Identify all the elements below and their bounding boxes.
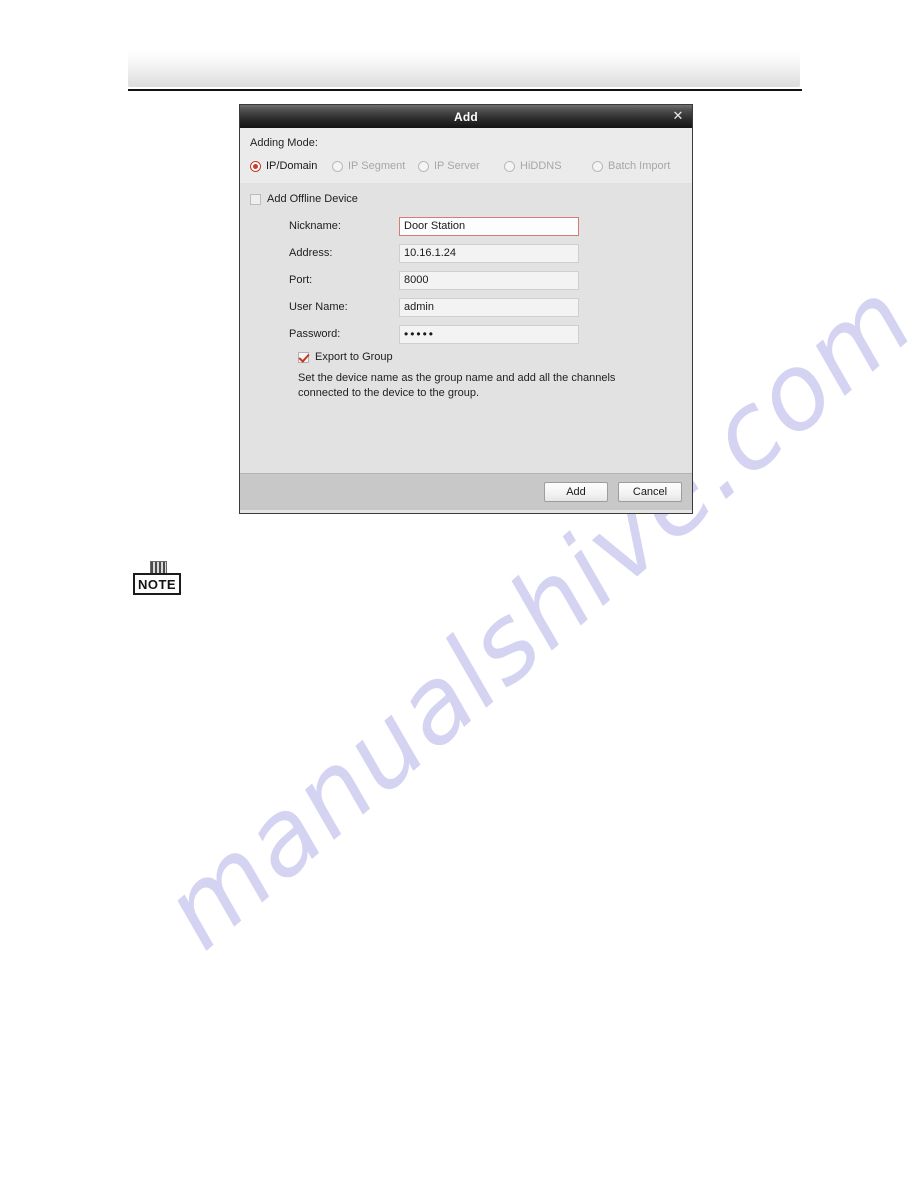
radio-ip-domain[interactable]: IP/Domain: [250, 160, 332, 172]
close-icon[interactable]: ✕: [671, 109, 685, 123]
password-label: Password:: [289, 328, 341, 340]
radio-hiddns[interactable]: HiDDNS: [504, 160, 592, 172]
add-offline-device-checkbox-row[interactable]: Add Offline Device: [240, 193, 692, 205]
export-to-group-checkbox-row[interactable]: Export to Group: [240, 351, 692, 363]
field-row-nickname: Nickname:: [240, 216, 692, 236]
radio-dot-icon: [250, 160, 261, 172]
note-label: NOTE: [137, 576, 177, 592]
field-row-port: Port:: [240, 270, 692, 290]
password-input[interactable]: [399, 324, 579, 344]
radio-label: IP Segment: [348, 160, 406, 172]
field-row-username: User Name:: [240, 297, 692, 317]
note-badge: NOTE: [133, 573, 181, 595]
adding-mode-label: Adding Mode:: [250, 137, 318, 149]
radio-dot-icon: [332, 160, 343, 172]
adding-mode-section: Adding Mode: IP/Domain IP Segment IP Ser…: [240, 128, 692, 184]
radio-ip-segment[interactable]: IP Segment: [332, 160, 418, 172]
export-group-hint-text: Set the device name as the group name an…: [298, 372, 616, 399]
radio-label: IP/Domain: [266, 160, 318, 172]
dialog-title: Add: [454, 109, 478, 124]
nickname-label: Nickname:: [289, 220, 341, 232]
dialog-titlebar: Add ✕: [240, 105, 692, 128]
username-input[interactable]: [399, 297, 579, 317]
cancel-button[interactable]: Cancel: [618, 482, 682, 502]
field-row-address: Address:: [240, 243, 692, 263]
add-device-dialog: Add ✕ Adding Mode: IP/Domain IP Segment …: [239, 104, 693, 514]
radio-label: Batch Import: [608, 160, 671, 172]
username-label: User Name:: [289, 301, 348, 313]
dialog-footer: Add Cancel: [240, 473, 692, 510]
radio-batch-import[interactable]: Batch Import: [592, 160, 670, 172]
nickname-input[interactable]: [399, 216, 579, 236]
checkbox-checked-icon[interactable]: [298, 351, 309, 363]
add-offline-device-label: Add Offline Device: [267, 193, 358, 205]
document-header-rule: [128, 89, 802, 91]
address-label: Address:: [289, 247, 333, 259]
checkbox-icon[interactable]: [250, 193, 261, 205]
port-label: Port:: [289, 274, 313, 286]
field-row-password: Password:: [240, 324, 692, 344]
radio-dot-icon: [418, 160, 429, 172]
radio-dot-icon: [592, 160, 603, 172]
radio-dot-icon: [504, 160, 515, 172]
note-icon: NOTE: [133, 561, 181, 601]
document-header-bar: [128, 49, 800, 87]
address-input[interactable]: [399, 243, 579, 263]
radio-label: IP Server: [434, 160, 480, 172]
port-input[interactable]: [399, 270, 579, 290]
export-to-group-label: Export to Group: [315, 351, 393, 363]
add-button[interactable]: Add: [544, 482, 608, 502]
adding-mode-radio-group: IP/Domain IP Segment IP Server HiDDNS Ba…: [240, 160, 692, 174]
radio-label: HiDDNS: [520, 160, 562, 172]
dialog-body: Add Offline Device Nickname: Address: Po…: [240, 184, 692, 510]
radio-ip-server[interactable]: IP Server: [418, 160, 504, 172]
